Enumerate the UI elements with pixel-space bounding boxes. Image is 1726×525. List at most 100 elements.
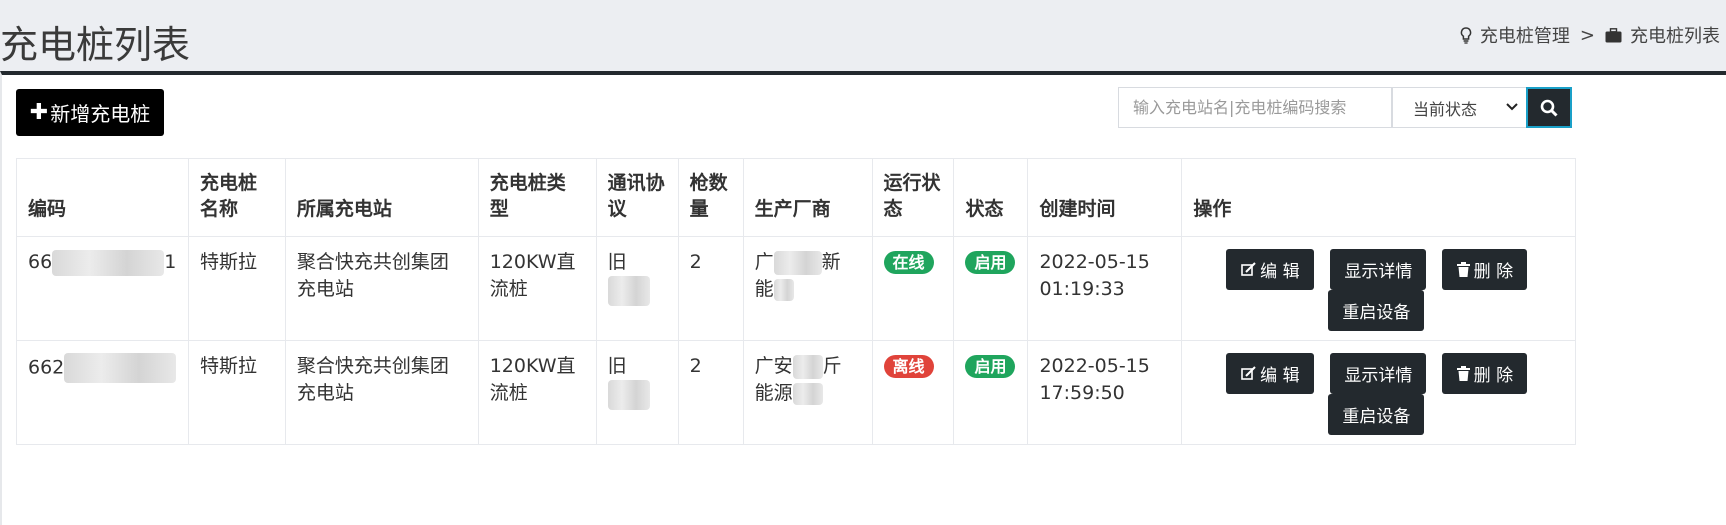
actions-cell: 编 辑 显示详情 删 除 重启设备 (1181, 340, 1576, 445)
breadcrumb-item-list[interactable]: 充电桩列表 (1605, 22, 1720, 48)
trash-icon (1456, 366, 1470, 381)
type-cell: 120KW直流桩 (477, 340, 597, 445)
delete-button[interactable]: 删 除 (1442, 249, 1528, 290)
restart-label: 重启设备 (1342, 303, 1411, 323)
restart-device-button[interactable]: 重启设备 (1328, 290, 1425, 331)
delete-button[interactable]: 删 除 (1442, 353, 1528, 394)
maker-cell: 广 新 能 (742, 236, 873, 341)
details-button[interactable]: 显示详情 (1330, 249, 1427, 290)
redacted-mask (64, 353, 177, 383)
column-header[interactable]: 操作 (1181, 158, 1576, 237)
column-header[interactable]: 编码 (16, 158, 189, 237)
breadcrumb-separator: > (1579, 24, 1595, 46)
plus-icon: ✚ (29, 100, 49, 125)
column-header[interactable]: 状态 (953, 158, 1029, 237)
page-header: 充电桩列表 充电桩管理 > 充电桩列表 (0, 0, 1726, 71)
column-header[interactable]: 充电桩名称 (187, 158, 286, 237)
table-row: 662 特斯拉 聚合快充共创集团充电站 120KW直流桩 旧 2 广安斤 能源 … (16, 340, 1576, 445)
status-badge: 启用 (965, 355, 1016, 378)
maker-part: 能 (754, 278, 774, 300)
breadcrumb: 充电桩管理 > 充电桩列表 (1460, 22, 1720, 48)
add-charger-label: 新增充电桩 (50, 102, 151, 126)
status-select[interactable]: 当前状态 (1392, 87, 1528, 128)
redacted-mask (773, 250, 822, 275)
status-badge: 启用 (965, 251, 1016, 274)
details-button[interactable]: 显示详情 (1330, 353, 1427, 394)
maker-part: 斤 (822, 355, 842, 377)
status-cell: 启用 (953, 236, 1029, 341)
details-label: 显示详情 (1344, 366, 1413, 386)
column-header[interactable]: 生产厂商 (742, 158, 873, 237)
maker-part: 广 (754, 251, 774, 273)
content-panel: ✚ 新增充电桩 当前状态 编码 充电桩名称 所属充电站 充电桩类型 通讯协议 (0, 71, 1726, 525)
protocol-prefix: 旧 (607, 251, 627, 273)
column-header[interactable]: 创建时间 (1027, 158, 1183, 237)
type-cell: 120KW直流桩 (477, 236, 597, 341)
charger-table: 编码 充电桩名称 所属充电站 充电桩类型 通讯协议 枪数量 生产厂商 运行状态 … (16, 158, 1576, 445)
protocol-cell: 旧 (595, 340, 679, 445)
chevron-down-icon (1506, 103, 1518, 111)
redacted-mask (607, 380, 650, 410)
breadcrumb-label: 充电桩管理 (1479, 26, 1570, 47)
search-icon (1540, 99, 1558, 117)
code-cell: 66 1 (16, 236, 189, 341)
column-header[interactable]: 所属充电站 (284, 158, 479, 237)
details-label: 显示详情 (1344, 262, 1413, 282)
run-status-badge: 离线 (883, 355, 934, 378)
breadcrumb-label: 充电桩列表 (1630, 26, 1720, 47)
search-button[interactable] (1526, 87, 1572, 128)
station-cell: 聚合快充共创集团充电站 (284, 236, 479, 341)
edit-label: 编 辑 (1260, 262, 1300, 282)
edit-icon (1241, 262, 1256, 276)
trash-icon (1456, 262, 1470, 277)
protocol-prefix: 旧 (607, 355, 627, 377)
name-cell: 特斯拉 (187, 236, 286, 341)
redacted-mask (792, 382, 823, 405)
code-cell: 662 (16, 340, 189, 445)
breadcrumb-item-management[interactable]: 充电桩管理 (1460, 22, 1570, 48)
delete-label: 删 除 (1473, 366, 1514, 386)
guns-cell: 2 (677, 236, 744, 341)
lightbulb-icon (1460, 26, 1472, 44)
maker-part: 新 (821, 251, 841, 273)
code-suffix: 1 (164, 251, 177, 273)
table-row: 66 1 特斯拉 聚合快充共创集团充电站 120KW直流桩 旧 2 广 新 能 在线… (16, 236, 1576, 341)
add-charger-button[interactable]: ✚ 新增充电桩 (16, 89, 164, 136)
guns-cell: 2 (677, 340, 744, 445)
protocol-cell: 旧 (595, 236, 679, 341)
page-title: 充电桩列表 (0, 23, 191, 67)
edit-button[interactable]: 编 辑 (1226, 249, 1315, 290)
edit-icon (1241, 366, 1256, 380)
table-header-row: 编码 充电桩名称 所属充电站 充电桩类型 通讯协议 枪数量 生产厂商 运行状态 … (16, 158, 1576, 237)
column-header[interactable]: 运行状态 (871, 158, 955, 237)
run-status-cell: 离线 (871, 340, 955, 445)
station-cell: 聚合快充共创集团充电站 (284, 340, 479, 445)
column-header[interactable]: 充电桩类型 (477, 158, 597, 237)
search-input[interactable] (1118, 87, 1392, 128)
name-cell: 特斯拉 (187, 340, 286, 445)
created-cell: 2022-05-15 17:59:50 (1027, 340, 1183, 445)
maker-part: 广安 (754, 355, 793, 377)
redacted-mask (773, 278, 794, 301)
redacted-mask (792, 354, 823, 379)
redacted-mask (52, 249, 165, 276)
column-header[interactable]: 通讯协议 (595, 158, 679, 237)
edit-button[interactable]: 编 辑 (1226, 353, 1315, 394)
created-cell: 2022-05-15 01:19:33 (1027, 236, 1183, 341)
maker-part: 能源 (754, 382, 793, 404)
restart-device-button[interactable]: 重启设备 (1328, 394, 1425, 435)
edit-label: 编 辑 (1260, 366, 1300, 386)
code-prefix: 662 (28, 356, 65, 379)
actions-cell: 编 辑 显示详情 删 除 重启设备 (1181, 236, 1576, 341)
run-status-badge: 在线 (883, 251, 934, 274)
maker-cell: 广安 斤 能源 (742, 340, 873, 445)
delete-label: 删 除 (1473, 262, 1514, 282)
status-cell: 启用 (953, 340, 1029, 445)
redacted-mask (607, 276, 650, 306)
restart-label: 重启设备 (1342, 407, 1411, 427)
column-header[interactable]: 枪数量 (677, 158, 744, 237)
status-select-value: 当前状态 (1413, 99, 1478, 119)
run-status-cell: 在线 (871, 236, 955, 341)
code-prefix: 66 (28, 251, 53, 273)
briefcase-icon (1605, 27, 1622, 42)
